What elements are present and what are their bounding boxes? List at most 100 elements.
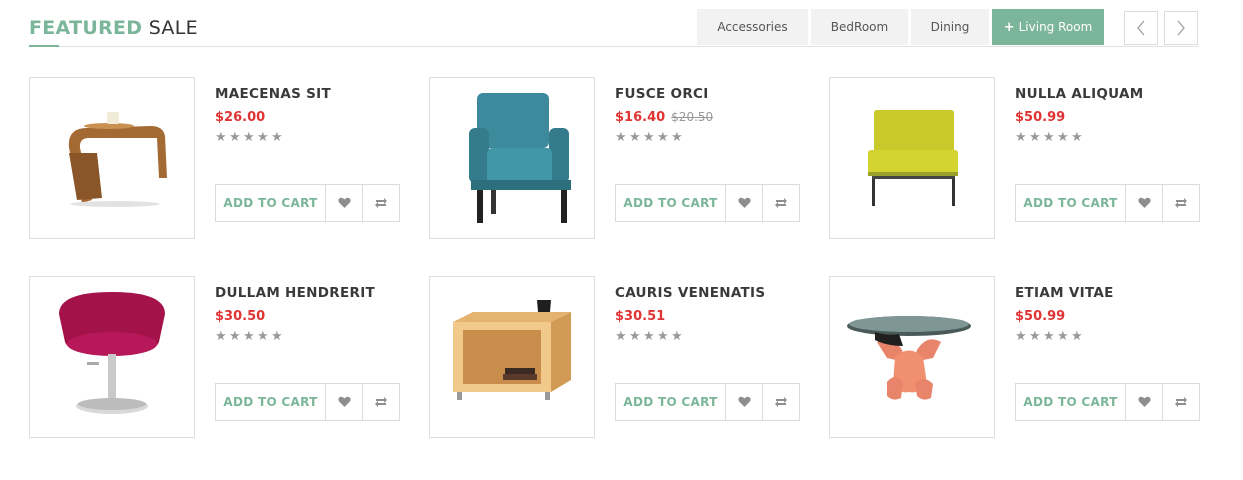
product-image[interactable]	[829, 77, 995, 239]
product-image[interactable]	[829, 276, 995, 438]
star-icon: ★	[1057, 130, 1069, 145]
star-icon: ★	[629, 329, 641, 344]
product-name[interactable]: CAURIS VENENATIS	[615, 285, 805, 301]
compare-button[interactable]	[363, 383, 400, 421]
chevron-left-icon	[1137, 20, 1145, 36]
rating-stars: ★ ★ ★ ★ ★	[1015, 130, 1205, 145]
product-card: FUSCE ORCI $16.40 $20.50 ★ ★ ★ ★ ★ ADD TO CAR…	[429, 77, 800, 239]
product-name[interactable]: NULLA ALIQUAM	[1015, 86, 1205, 102]
red-swivel-chair-image	[59, 292, 165, 414]
compare-button[interactable]	[1163, 383, 1200, 421]
tab-label: Accessories	[717, 20, 788, 34]
add-to-cart-button[interactable]: ADD TO CART	[615, 184, 726, 222]
product-card: DULLAM HENDRERIT $30.50 ★ ★ ★ ★ ★ ADD TO CAR…	[29, 276, 400, 438]
add-to-cart-button[interactable]: ADD TO CART	[1015, 184, 1126, 222]
repeat-icon	[375, 198, 387, 208]
wishlist-button[interactable]	[726, 184, 763, 222]
teal-armchair-image	[469, 93, 571, 223]
product-image[interactable]	[429, 77, 595, 239]
wishlist-button[interactable]	[1126, 383, 1163, 421]
star-icon: ★	[257, 329, 269, 344]
wishlist-button[interactable]	[326, 184, 363, 222]
star-icon: ★	[657, 130, 669, 145]
star-icon: ★	[243, 329, 255, 344]
heart-icon	[337, 396, 351, 407]
category-tabs: Accessories BedRoom Dining + Living Room	[697, 9, 1104, 45]
product-card: CAURIS VENENATIS $30.51 ★ ★ ★ ★ ★ ADD TO CAR…	[429, 276, 800, 438]
star-icon: ★	[1029, 329, 1041, 344]
carousel-prev-button[interactable]	[1124, 11, 1158, 45]
heart-icon	[337, 197, 351, 208]
section-title-strong: FEATURED	[29, 17, 143, 39]
wishlist-button[interactable]	[1126, 184, 1163, 222]
product-actions: ADD TO CART	[1015, 383, 1200, 421]
product-prices: $26.00	[215, 110, 405, 125]
compare-button[interactable]	[1163, 184, 1200, 222]
heart-icon	[737, 197, 751, 208]
product-info: MAECENAS SIT $26.00 ★ ★ ★ ★ ★ ADD TO CART	[215, 86, 405, 222]
product-info: FUSCE ORCI $16.40 $20.50 ★ ★ ★ ★ ★ ADD TO CAR…	[615, 86, 805, 222]
wishlist-button[interactable]	[726, 383, 763, 421]
carousel-next-button[interactable]	[1164, 11, 1198, 45]
tab-accessories[interactable]: Accessories	[697, 9, 808, 45]
product-price: $50.99	[1015, 309, 1066, 324]
compare-button[interactable]	[363, 184, 400, 222]
product-info: NULLA ALIQUAM $50.99 ★ ★ ★ ★ ★ ADD TO CART	[1015, 86, 1205, 222]
product-info: DULLAM HENDRERIT $30.50 ★ ★ ★ ★ ★ ADD TO CAR…	[215, 285, 405, 421]
yellow-chair-image	[868, 110, 958, 206]
rating-stars: ★ ★ ★ ★ ★	[215, 130, 405, 145]
product-actions: ADD TO CART	[215, 383, 400, 421]
compare-button[interactable]	[763, 383, 800, 421]
star-icon: ★	[1071, 130, 1083, 145]
product-name[interactable]: ETIAM VITAE	[1015, 285, 1205, 301]
star-icon: ★	[1071, 329, 1083, 344]
product-card: ETIAM VITAE $50.99 ★ ★ ★ ★ ★ ADD TO CART	[829, 276, 1200, 438]
add-to-cart-button[interactable]: ADD TO CART	[215, 184, 326, 222]
heart-icon	[1137, 396, 1151, 407]
add-to-cart-button[interactable]: ADD TO CART	[615, 383, 726, 421]
product-actions: ADD TO CART	[1015, 184, 1200, 222]
star-icon: ★	[671, 130, 683, 145]
product-prices: $30.50	[215, 309, 405, 324]
product-name[interactable]: MAECENAS SIT	[215, 86, 405, 102]
wishlist-button[interactable]	[326, 383, 363, 421]
tab-dining[interactable]: Dining	[911, 9, 989, 45]
tab-living-room[interactable]: + Living Room	[992, 9, 1104, 45]
star-icon: ★	[257, 130, 269, 145]
product-prices: $50.99	[1015, 309, 1205, 324]
section-title: FEATURED SALE	[29, 17, 198, 39]
star-icon: ★	[229, 130, 241, 145]
product-card: NULLA ALIQUAM $50.99 ★ ★ ★ ★ ★ ADD TO CART	[829, 77, 1200, 239]
star-icon: ★	[243, 130, 255, 145]
product-image[interactable]	[429, 276, 595, 438]
repeat-icon	[1175, 198, 1187, 208]
star-icon: ★	[643, 329, 655, 344]
star-icon: ★	[615, 329, 627, 344]
star-icon: ★	[1015, 329, 1027, 344]
product-card: MAECENAS SIT $26.00 ★ ★ ★ ★ ★ ADD TO CART	[29, 77, 400, 239]
product-actions: ADD TO CART	[615, 184, 800, 222]
add-to-cart-button[interactable]: ADD TO CART	[1015, 383, 1126, 421]
star-icon: ★	[1043, 130, 1055, 145]
compare-button[interactable]	[763, 184, 800, 222]
star-icon: ★	[1015, 130, 1027, 145]
tab-label: Living Room	[1018, 20, 1093, 34]
tab-bedroom[interactable]: BedRoom	[811, 9, 908, 45]
star-icon: ★	[657, 329, 669, 344]
heart-icon	[737, 396, 751, 407]
add-to-cart-button[interactable]: ADD TO CART	[215, 383, 326, 421]
product-prices: $30.51	[615, 309, 805, 324]
product-price: $26.00	[215, 110, 266, 125]
star-icon: ★	[643, 130, 655, 145]
rating-stars: ★ ★ ★ ★ ★	[615, 329, 805, 344]
star-icon: ★	[1043, 329, 1055, 344]
star-icon: ★	[629, 130, 641, 145]
star-icon: ★	[215, 329, 227, 344]
product-name[interactable]: FUSCE ORCI	[615, 86, 805, 102]
product-price: $30.50	[215, 309, 266, 324]
product-actions: ADD TO CART	[215, 184, 400, 222]
product-name[interactable]: DULLAM HENDRERIT	[215, 285, 405, 301]
product-image[interactable]	[29, 77, 195, 239]
repeat-icon	[775, 198, 787, 208]
product-image[interactable]	[29, 276, 195, 438]
